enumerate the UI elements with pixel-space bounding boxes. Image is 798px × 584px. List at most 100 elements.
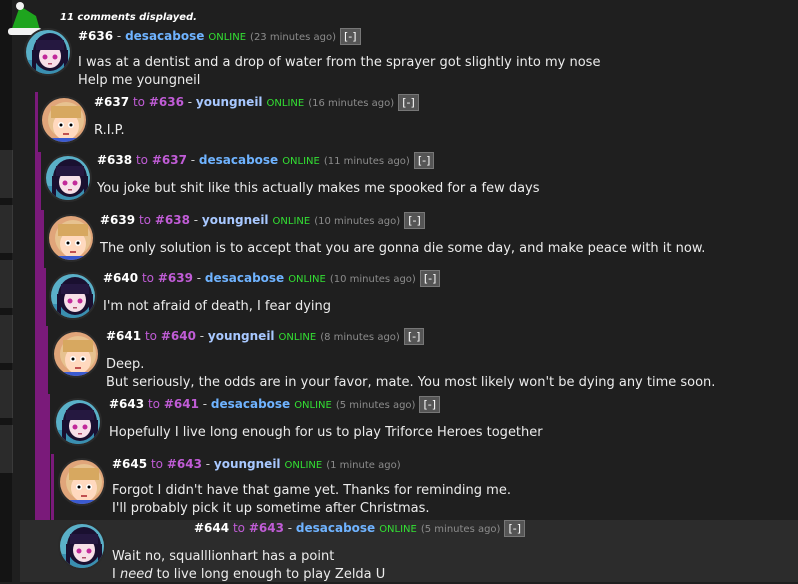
comment-body: Wait no, squalllionhart has a point I nee… (112, 548, 385, 584)
comment: #645 to #643 - youngneil ONLINE (1 minute … (56, 456, 798, 518)
online-status: ONLINE (288, 274, 326, 285)
comment-id-link[interactable]: #643 (109, 397, 144, 411)
side-tab[interactable] (0, 315, 13, 363)
comment-meta: #638 to #637 - desacabose ONLINE (11 minut… (97, 152, 435, 170)
online-status: ONLINE (284, 460, 323, 471)
timestamp: (16 minutes ago) (308, 98, 395, 109)
line-suffix: to live long enough to play Zelda U (152, 567, 386, 582)
collapse-button[interactable]: [-] (419, 270, 441, 287)
comment-meta: #643 to #641 - desacabose ONLINE (5 minute… (109, 396, 441, 414)
reply-to-label: to (150, 457, 163, 471)
comment-meta: #636 - desacabose ONLINE (23 minutes ago)[… (78, 28, 361, 46)
timestamp: (10 minutes ago) (329, 274, 416, 285)
avatar[interactable] (49, 272, 97, 320)
username-link[interactable]: youngneil (214, 457, 281, 471)
comment: #641 to #640 - youngneil ONLINE (8 minutes… (50, 328, 798, 394)
collapse-button[interactable]: [-] (504, 520, 526, 537)
comment-line: I'm not afraid of death, I fear dying (103, 299, 331, 314)
comment-meta: #645 to #643 - youngneil ONLINE (1 minute … (112, 456, 401, 474)
comment-meta: #641 to #640 - youngneil ONLINE (8 minutes… (106, 328, 425, 346)
comment-line: I'll probably pick it up sometime after … (112, 501, 430, 516)
side-tab[interactable] (0, 370, 13, 418)
avatar[interactable] (58, 522, 106, 570)
avatar[interactable] (44, 154, 92, 202)
online-status: ONLINE (278, 332, 317, 343)
collapse-button[interactable]: [-] (404, 212, 425, 229)
username-link[interactable]: desacabose (296, 521, 375, 535)
avatar[interactable] (40, 96, 88, 144)
reply-to-link[interactable]: #636 (149, 95, 184, 109)
online-status: ONLINE (208, 32, 247, 43)
reply-to-label: to (135, 153, 148, 167)
comment-line: Help me youngneil (78, 73, 201, 88)
comment: #644 to #643 - desacabose ONLINE (5 minute… (20, 520, 798, 582)
collapse-button[interactable]: [-] (340, 28, 361, 45)
reply-to-link[interactable]: #637 (152, 153, 187, 167)
username-link[interactable]: youngneil (208, 329, 275, 343)
reply-to-label: to (144, 329, 157, 343)
comment-meta: #640 to #639 - desacabose ONLINE (10 minut… (103, 270, 441, 288)
timestamp: (1 minute ago) (326, 460, 401, 471)
online-status: ONLINE (294, 400, 332, 411)
separator: - (113, 29, 126, 43)
comment-body: Hopefully I live long enough for us to p… (109, 424, 543, 442)
side-tab[interactable] (0, 205, 13, 253)
comment-id-link[interactable]: #641 (106, 329, 141, 343)
username-link[interactable]: desacabose (205, 271, 284, 285)
reply-to-link[interactable]: #643 (167, 457, 202, 471)
comment-line: But seriously, the odds are in your favo… (106, 375, 716, 390)
avatar[interactable] (58, 458, 106, 506)
separator: - (283, 521, 296, 535)
reply-to-label: to (232, 521, 245, 535)
username-link[interactable]: youngneil (196, 95, 263, 109)
avatar[interactable] (24, 28, 72, 76)
comment: #636 - desacabose ONLINE (23 minutes ago)[… (22, 28, 798, 88)
separator: - (192, 271, 205, 285)
collapse-button[interactable]: [-] (413, 152, 435, 169)
reply-to-link[interactable]: #639 (158, 271, 193, 285)
avatar[interactable] (52, 330, 100, 378)
separator: - (186, 153, 199, 167)
comment-id-link[interactable]: #637 (94, 95, 129, 109)
collapse-button[interactable]: [-] (398, 94, 419, 111)
comment-line: I need to live long enough to play Zelda… (112, 566, 385, 584)
separator: - (183, 95, 196, 109)
comment-id-link[interactable]: #636 (78, 29, 113, 43)
collapse-button[interactable]: [-] (403, 328, 425, 345)
avatar[interactable] (47, 214, 95, 262)
reply-to-label: to (138, 213, 151, 227)
comment-body: I was at a dentist and a drop of water f… (78, 54, 600, 90)
comment-id-link[interactable]: #638 (97, 153, 132, 167)
avatar[interactable] (54, 398, 102, 446)
side-tab[interactable] (0, 150, 13, 198)
reply-to-link[interactable]: #643 (249, 521, 284, 535)
side-tab[interactable] (0, 425, 13, 473)
timestamp: (23 minutes ago) (250, 32, 337, 43)
comment-body: R.I.P. (94, 122, 125, 140)
username-link[interactable]: desacabose (125, 29, 204, 43)
comment-line: You joke but shit like this actually mak… (97, 181, 540, 196)
username-link[interactable]: desacabose (199, 153, 278, 167)
separator: - (195, 329, 208, 343)
comment-id-link[interactable]: #640 (103, 271, 138, 285)
comment-line: Wait no, squalllionhart has a point (112, 549, 335, 564)
comment-body: Deep. But seriously, the odds are in your… (106, 356, 715, 392)
comment-body: You joke but shit like this actually mak… (97, 180, 540, 198)
reply-to-link[interactable]: #638 (155, 213, 190, 227)
comment-id-link[interactable]: #639 (100, 213, 135, 227)
reply-to-link[interactable]: #641 (164, 397, 199, 411)
separator: - (201, 457, 214, 471)
timestamp: (5 minutes ago) (420, 524, 501, 535)
reply-to-link[interactable]: #640 (161, 329, 196, 343)
comment-id-link[interactable]: #644 (194, 521, 229, 535)
side-tab[interactable] (0, 260, 13, 308)
comment-id-link[interactable]: #645 (112, 457, 147, 471)
username-link[interactable]: desacabose (211, 397, 290, 411)
collapse-button[interactable]: [-] (419, 396, 441, 413)
username-link[interactable]: youngneil (202, 213, 269, 227)
separator: - (198, 397, 211, 411)
comment-line: R.I.P. (94, 123, 125, 138)
emphasis-text: need (119, 567, 153, 582)
line-prefix: I (112, 567, 120, 582)
comment-line: I was at a dentist and a drop of water f… (78, 55, 601, 70)
